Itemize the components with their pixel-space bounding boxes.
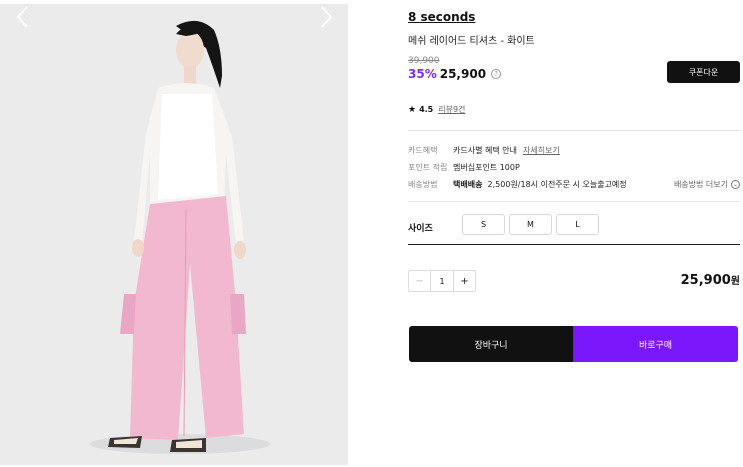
divider [408,201,740,202]
brand-link[interactable]: 8 seconds [408,10,475,24]
shipping-label: 배송방법 [408,179,438,189]
quantity-stepper: − 1 + [408,270,476,292]
rating: ★ 4.5 리뷰9건 [408,104,465,115]
coupon-download-button[interactable]: 쿠폰다운 [667,61,740,83]
shipping-info: 2,500원/18시 이전주문 시 오늘출고예정 [487,179,627,189]
divider [408,130,740,131]
quantity-minus-button[interactable]: − [409,271,431,291]
product-image [0,4,348,465]
quantity-plus-button[interactable]: + [453,271,475,291]
card-benefit-value: 카드사별 혜택 안내 [453,145,517,155]
chevron-right-icon[interactable] [316,4,336,30]
size-option-l[interactable]: L [556,214,599,235]
size-label: 사이즈 [408,224,433,234]
chevron-left-icon[interactable] [13,4,33,30]
total-price: 25,900원 [640,272,740,288]
divider [408,244,740,245]
card-benefit-label: 카드혜택 [408,145,438,155]
size-option-m[interactable]: M [509,214,552,235]
quantity-value[interactable]: 1 [431,271,453,291]
total-unit: 원 [730,276,740,287]
chevron-down-icon: ⌄ [731,179,740,189]
shipping-method: 택배배송 [453,179,483,189]
size-option-s[interactable]: S [462,214,505,235]
model-photo [0,4,348,465]
buy-now-button[interactable]: 바로구매 [573,326,738,362]
point-row: 포인트 적립 멤버십포인트 100P [408,161,740,173]
add-to-cart-button[interactable]: 장바구니 [409,326,573,362]
review-link[interactable]: 리뷰9건 [438,104,465,115]
shipping-value: 택배배송 2,500원/18시 이전주문 시 오늘출고예정 [453,179,627,190]
card-benefit-row: 카드혜택 카드사별 혜택 안내 자세히보기 [408,144,740,156]
product-name: 메쉬 레이어드 티셔츠 - 화이트 [408,36,535,47]
original-price: 39,900 [408,56,440,66]
point-label: 포인트 적립 [408,162,448,172]
rating-score: 4.5 [419,105,434,114]
price-help-icon[interactable]: ? [491,69,502,79]
price-row: 35% 25,900 ? [408,67,502,81]
card-benefit-detail-link[interactable]: 자세히보기 [523,145,560,156]
point-value: 멤버십포인트 100P [453,162,520,172]
sale-price: 25,900 [439,67,487,81]
shipping-row: 배송방법 택배배송 2,500원/18시 이전주문 시 오늘출고예정 배송방법 … [408,178,740,190]
shipping-more-label: 배송방법 더보기 [673,179,728,189]
size-options: S M L [462,214,599,235]
star-icon: ★ [408,104,417,115]
total-amount: 25,900 [680,273,731,288]
shipping-more-button[interactable]: 배송방법 더보기 ⌄ [674,179,740,190]
discount-rate: 35% [408,67,437,81]
